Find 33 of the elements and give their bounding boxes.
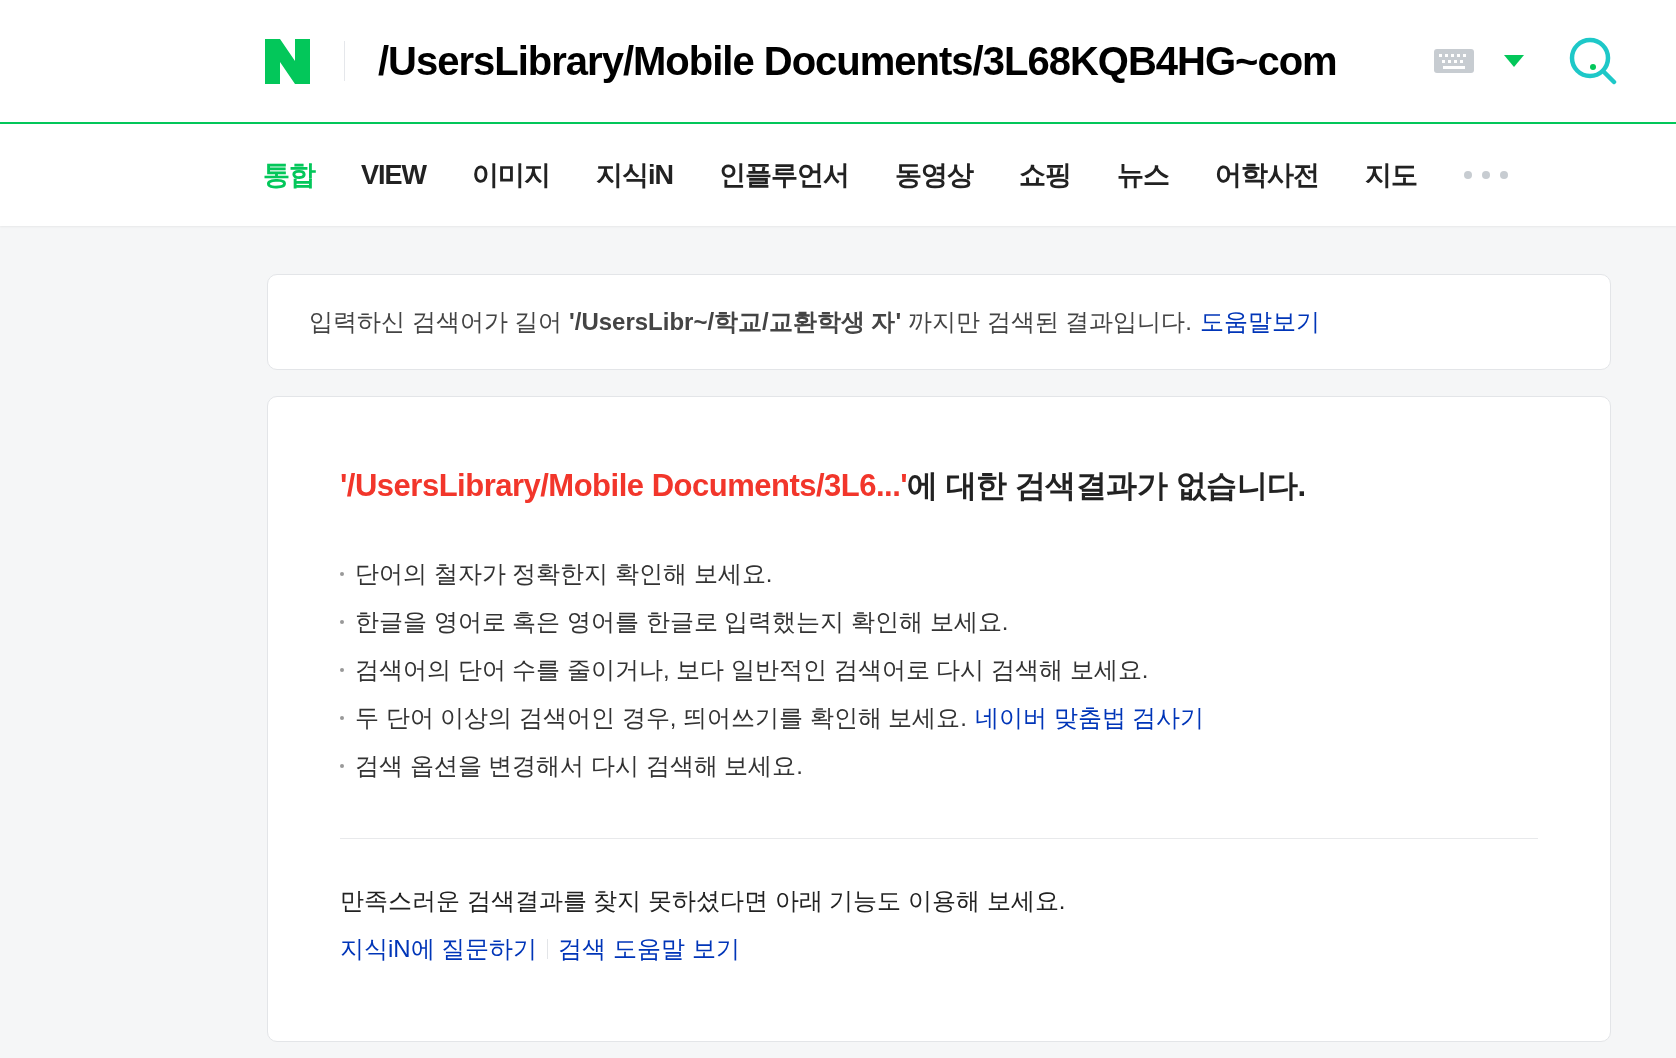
tip-text: 단어의 철자가 정확한지 확인해 보세요. — [355, 558, 773, 589]
nav-tab[interactable]: 지식iN — [596, 154, 673, 196]
heading-text: 에 대한 검색결과가 없습니다. — [907, 467, 1306, 505]
bullet-icon — [340, 571, 344, 576]
bullet-icon — [340, 763, 344, 768]
notice-text: 입력하신 검색어가 길어 '/UsersLibr~/학교/교환학생 자' 까지만 검색된 결과입니다. — [309, 307, 1192, 337]
nav-tab[interactable]: 이미지 — [472, 154, 550, 196]
help-link[interactable]: 도움말보기 — [1199, 304, 1320, 340]
tip-text: 검색 옵션을 변경해서 다시 검색해 보세요. — [355, 750, 803, 781]
bullet-icon — [340, 715, 344, 720]
nav-tab[interactable]: VIEW — [361, 154, 426, 196]
tip-text: 한글을 영어로 혹은 영어를 한글로 입력했는지 확인해 보세요. — [355, 606, 1009, 637]
caret-icon[interactable] — [1504, 55, 1524, 67]
search-input[interactable]: /UsersLibrary/Mobile Documents/3L68KQB4HG~com — [378, 31, 1406, 91]
bullet-icon — [340, 619, 344, 624]
nav-tab[interactable]: 지도 — [1365, 154, 1417, 196]
nav-tab[interactable]: 동영상 — [895, 154, 973, 196]
keyboard-icon[interactable] — [1434, 49, 1474, 73]
nav-tab[interactable]: 뉴스 — [1117, 154, 1169, 196]
nav-tab[interactable]: 인플루언서 — [719, 154, 849, 196]
tip-text: 검색어의 단어 수를 줄이거나, 보다 일반적인 검색어로 다시 검색해 보세요. — [355, 654, 1149, 685]
footer-link[interactable]: 검색 도움말 보기 — [558, 930, 740, 967]
search-icon[interactable] — [1569, 37, 1617, 85]
naver-logo-icon[interactable] — [265, 38, 310, 84]
tip-text: 두 단어 이상의 검색어인 경우, 띄어쓰기를 확인해 보세요. — [355, 702, 967, 733]
bullet-icon — [340, 667, 344, 672]
search-query-text: '/UsersLibrary/Mobile Documents/3L6...' — [340, 467, 908, 505]
suggestion-text: 만족스러운 검색결과를 찾지 못하셨다면 아래 기능도 이용해 보세요. — [340, 885, 1067, 916]
nav-tab[interactable]: 쇼핑 — [1019, 154, 1071, 196]
more-icon[interactable] — [1463, 170, 1509, 180]
spell-checker-link[interactable]: 네이버 맞춤법 검사기 — [975, 699, 1205, 736]
footer-link[interactable]: 지식iN에 질문하기 — [340, 930, 538, 967]
nav-tab[interactable]: 어학사전 — [1215, 154, 1319, 196]
